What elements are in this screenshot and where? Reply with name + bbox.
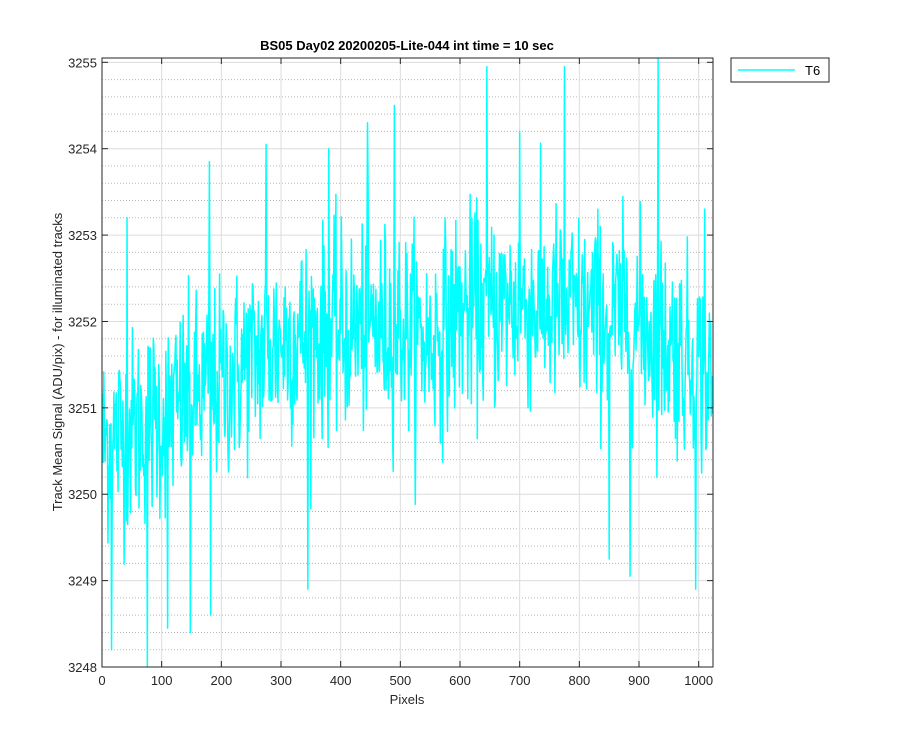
x-tick-label: 800 — [568, 673, 590, 688]
x-tick-label: 100 — [151, 673, 173, 688]
x-tick-label: 400 — [330, 673, 352, 688]
chart-title: BS05 Day02 20200205-Lite-044 int time = … — [260, 38, 554, 53]
y-axis-label: Track Mean Signal (ADU/pix) - for illumi… — [50, 212, 65, 511]
y-tick-label: 3255 — [68, 55, 97, 70]
y-tick-label: 3252 — [68, 314, 97, 329]
y-tick-label: 3249 — [68, 574, 97, 589]
x-tick-label: 1000 — [684, 673, 713, 688]
x-tick-label: 500 — [389, 673, 411, 688]
y-tick-label: 3253 — [68, 228, 97, 243]
x-tick-label: 300 — [270, 673, 292, 688]
x-tick-label: 200 — [210, 673, 232, 688]
legend-label-t6: T6 — [805, 63, 820, 78]
chart: 0 100 200 300 400 500 600 700 800 900 1000 3248 324… — [50, 38, 830, 707]
x-tick-label: 600 — [449, 673, 471, 688]
y-tick-label: 3251 — [68, 401, 97, 416]
x-axis-label: Pixels — [390, 692, 425, 707]
x-tick-label: 700 — [509, 673, 531, 688]
x-tick-label: 900 — [628, 673, 650, 688]
y-tick-label: 3250 — [68, 487, 97, 502]
y-tick-label: 3248 — [68, 660, 97, 675]
y-tick-label: 3254 — [68, 142, 97, 157]
legend[interactable]: T6 — [730, 57, 830, 83]
x-tick-label: 0 — [98, 673, 105, 688]
